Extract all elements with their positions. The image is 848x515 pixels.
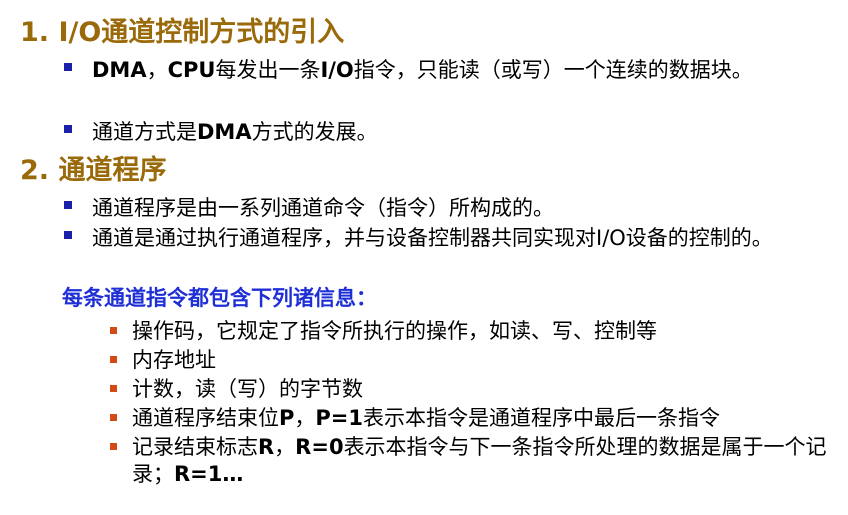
square-bullet-icon: [110, 414, 117, 421]
list-item: 通道程序结束位P，P=1表示本指令是通道程序中最后一条指令: [110, 405, 842, 432]
text-run: 内存地址: [132, 348, 216, 372]
text-run: CPU: [167, 58, 216, 82]
list-item: 通道程序是由一系列通道命令（指令）所构成的。: [64, 194, 832, 222]
sub-bullet-text: 通道程序结束位P，P=1表示本指令是通道程序中最后一条指令: [132, 405, 842, 432]
square-bullet-icon: [64, 63, 72, 71]
sub-bullet-text: 计数，读（写）的字节数: [132, 376, 842, 403]
text-run: R=1…: [174, 462, 244, 486]
text-run: 方式的发展。: [251, 120, 378, 144]
text-run: ，: [294, 406, 316, 430]
text-run: 表示本指令是通道程序中最后一条指令: [363, 406, 721, 430]
list-item: 操作码，它规定了指令所执行的操作，如读、写、控制等: [110, 318, 842, 345]
sub-bullet-text: 内存地址: [132, 347, 842, 374]
square-bullet-icon: [110, 385, 117, 392]
text-run: DMA: [92, 58, 147, 82]
text-run: 每发出一条: [215, 58, 321, 82]
heading-channel-program: 2. 通道程序: [20, 155, 167, 186]
square-bullet-icon: [64, 231, 72, 239]
bullet-text: 通道程序是由一系列通道命令（指令）所构成的。: [92, 196, 554, 220]
text-run: R=0: [295, 435, 344, 459]
text-run: DMA: [197, 120, 252, 144]
list-item: 通道是通过执行通道程序，并与设备控制器共同实现对I/O设备的控制的。: [64, 224, 832, 252]
text-run: 通道方式是: [92, 120, 197, 144]
list-item: 计数，读（写）的字节数: [110, 376, 842, 403]
text-run: ，: [274, 435, 296, 459]
sub-bullet-text: 记录结束标志R，R=0表示本指令与下一条指令所处理的数据是属于一个记录；R=1…: [132, 434, 842, 488]
list-item: 通道方式是DMA方式的发展。: [64, 118, 832, 146]
text-run: ，: [146, 58, 168, 82]
text-run: R: [258, 435, 275, 459]
square-bullet-icon: [64, 201, 72, 209]
square-bullet-icon: [64, 125, 72, 133]
list-item: 内存地址: [110, 347, 842, 374]
square-bullet-icon: [110, 356, 117, 363]
list-item: 记录结束标志R，R=0表示本指令与下一条指令所处理的数据是属于一个记录；R=1…: [110, 434, 842, 488]
text-run: 计数，读（写）的字节数: [132, 377, 363, 401]
slide: 1. I/O通道控制方式的引入 DMA，CPU每发出一条I/O指令，只能读（或写…: [0, 0, 848, 515]
text-run: 通道程序结束位: [132, 406, 279, 430]
bullet-text: 通道是通过执行通道程序，并与设备控制器共同实现对I/O设备的控制的。: [92, 226, 773, 250]
list-item: DMA，CPU每发出一条I/O指令，只能读（或写）一个连续的数据块。: [64, 56, 832, 84]
bullet-text: DMA，CPU每发出一条I/O指令，只能读（或写）一个连续的数据块。: [92, 56, 832, 84]
text-run: P: [279, 406, 295, 430]
text-run: 记录结束标志: [132, 435, 258, 459]
subheading-instruction-info: 每条通道指令都包含下列诸信息：: [62, 286, 377, 310]
text-run: P=1: [315, 406, 364, 430]
bullet-text: 通道方式是DMA方式的发展。: [92, 118, 832, 146]
text-run: 操作码，它规定了指令所执行的操作，如读、写、控制等: [132, 319, 657, 343]
heading-io-channel-intro: 1. I/O通道控制方式的引入: [20, 17, 345, 48]
square-bullet-icon: [110, 327, 117, 334]
text-run: I/O: [320, 58, 354, 82]
sub-bullet-text: 操作码，它规定了指令所执行的操作，如读、写、控制等: [132, 318, 842, 345]
text-run: 指令，只能读（或写）一个连续的数据块。: [353, 58, 753, 82]
square-bullet-icon: [110, 443, 117, 450]
